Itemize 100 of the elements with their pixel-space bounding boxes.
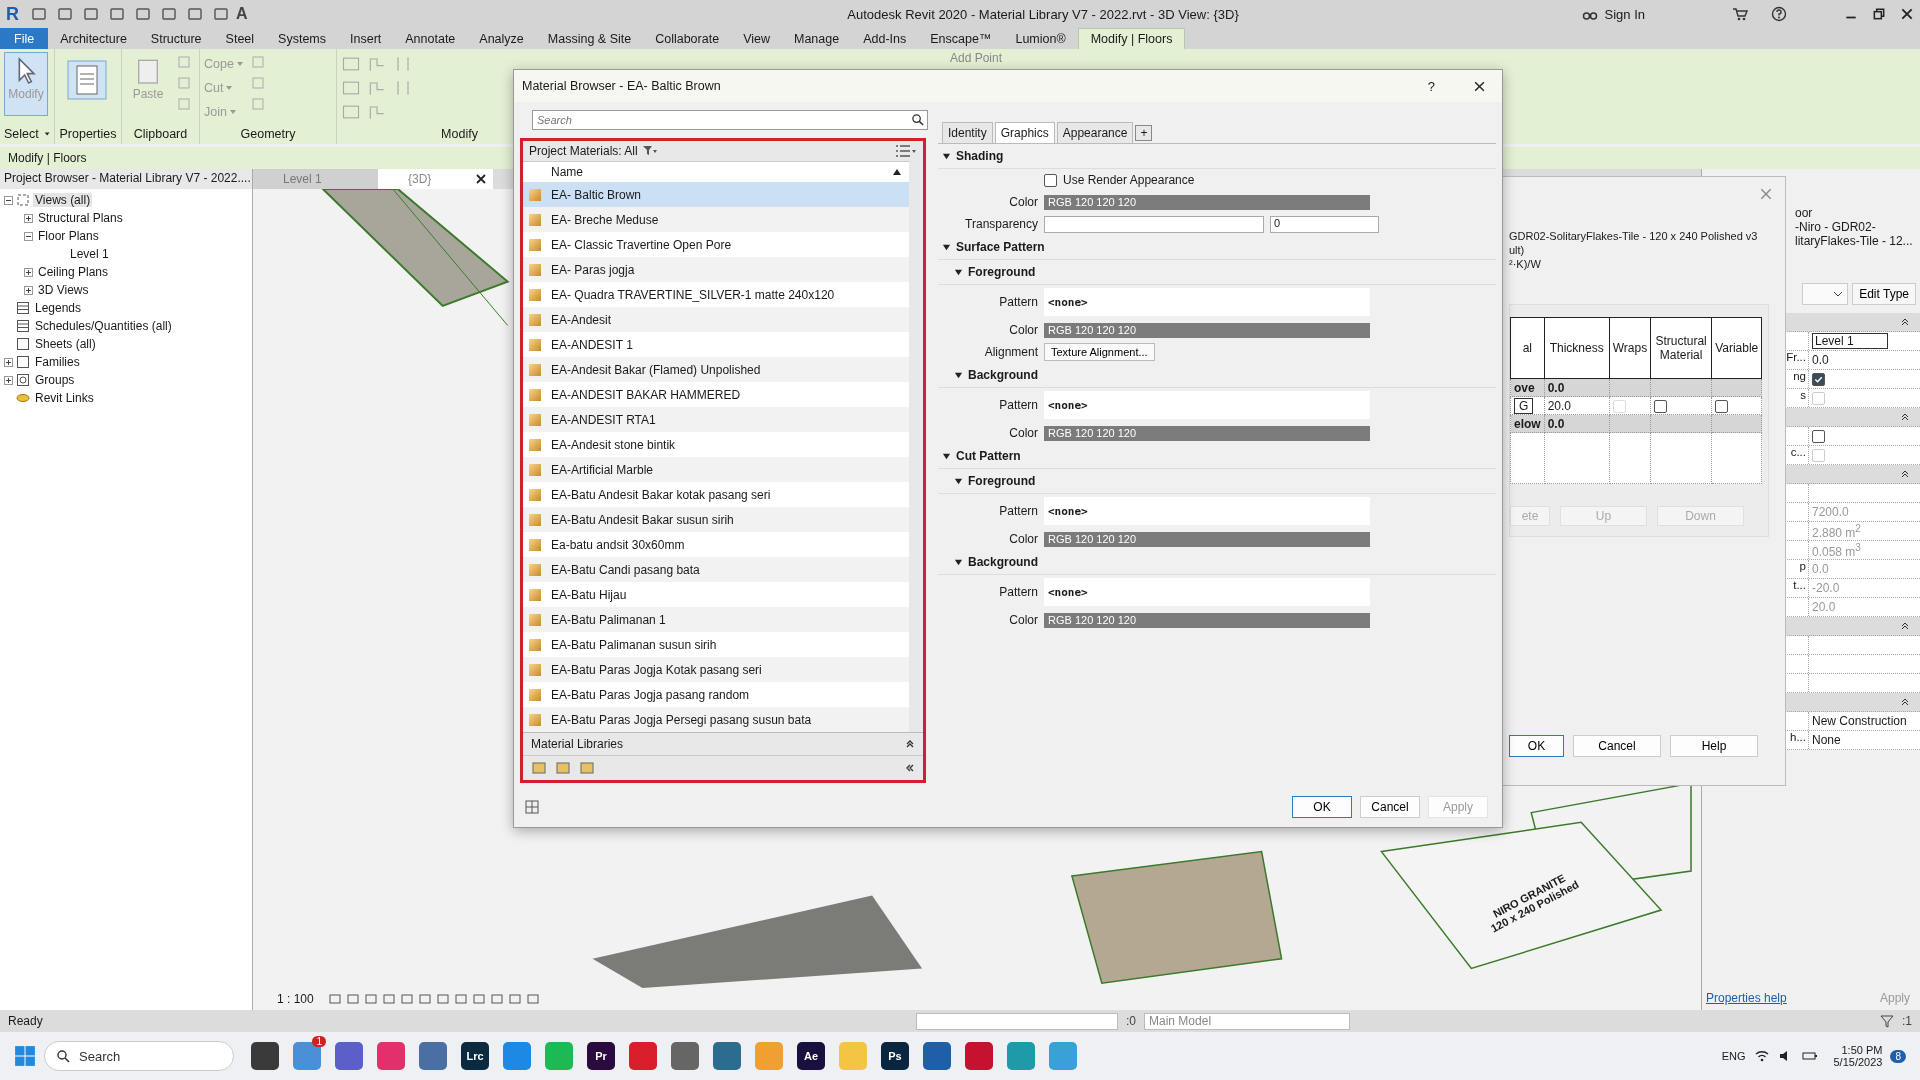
- taskbar-app-icon[interactable]: [377, 1042, 405, 1070]
- tree-item[interactable]: 3D Views: [36, 283, 91, 297]
- ribbon-tab[interactable]: Modify | Floors: [1077, 28, 1186, 49]
- cart-icon[interactable]: [1732, 6, 1748, 22]
- material-item[interactable]: EA-Batu Palimanan 1: [523, 607, 909, 632]
- ribbon-tab[interactable]: Structure: [138, 28, 214, 49]
- material-item[interactable]: EA-ANDESIT BAKAR HAMMERED: [523, 382, 909, 407]
- color-field[interactable]: RGB 120 120 120: [1044, 531, 1370, 547]
- material-item[interactable]: EA-Andesit: [523, 307, 909, 332]
- material-item[interactable]: EA-Batu Candi pasang bata: [523, 557, 909, 582]
- editor-tab[interactable]: Identity: [942, 122, 993, 143]
- collapse-icon[interactable]: [1900, 317, 1910, 327]
- section-toggle-icon[interactable]: [954, 476, 963, 486]
- expand-toggle-icon[interactable]: [24, 231, 33, 241]
- language-indicator[interactable]: ENG: [1721, 1050, 1746, 1062]
- number-field[interactable]: 0: [1270, 215, 1379, 233]
- taskbar-app-icon[interactable]: [923, 1042, 951, 1070]
- material-item[interactable]: EA-ANDESIT RTA1: [523, 407, 909, 432]
- expand-toggle-icon[interactable]: [24, 267, 33, 277]
- view-control-icon[interactable]: [489, 992, 504, 1006]
- editor-tab[interactable]: Graphics: [994, 122, 1055, 143]
- editor-tab[interactable]: Appearance: [1056, 122, 1134, 143]
- view-control-icon[interactable]: [381, 992, 396, 1006]
- restore-icon[interactable]: [1872, 7, 1886, 21]
- taskbar-app-icon[interactable]: [419, 1042, 447, 1070]
- color-field[interactable]: RGB 120 120 120: [1044, 322, 1370, 338]
- checkbox[interactable]: [1654, 399, 1668, 413]
- type-selector[interactable]: oor -Niro - GDR02- litaryFlakes-Tile - 12...: [1795, 177, 1920, 277]
- properties-tool-icon[interactable]: [67, 60, 107, 100]
- color-field[interactable]: RGB 120 120 120: [1044, 425, 1370, 441]
- tree-item[interactable]: Schedules/Quantities (all): [33, 319, 174, 333]
- toolbar-icon[interactable]: [161, 6, 177, 22]
- section-title[interactable]: Cut Pattern: [956, 449, 1021, 463]
- view-control-icon[interactable]: [507, 992, 522, 1006]
- tree-item[interactable]: Sheets (all): [33, 337, 98, 351]
- taskbar-app-icon[interactable]: Ps: [881, 1042, 909, 1070]
- ribbon-tab[interactable]: Collaborate: [643, 28, 732, 49]
- material-item[interactable]: EA-Andesit Bakar (Flamed) Unpolished: [523, 357, 909, 382]
- view-control-icon[interactable]: [471, 992, 486, 1006]
- material-item[interactable]: EA-Batu Andesit Bakar kotak pasang seri: [523, 482, 909, 507]
- color-field[interactable]: RGB 120 120 120: [1044, 194, 1370, 210]
- close-icon[interactable]: [475, 173, 487, 185]
- ribbon-tab[interactable]: View: [731, 28, 782, 49]
- tree-item[interactable]: Revit Links: [33, 391, 96, 405]
- search-field[interactable]: Search: [532, 110, 928, 130]
- search-icon[interactable]: [911, 113, 924, 126]
- checkbox[interactable]: [1715, 399, 1729, 413]
- library-tool-icon[interactable]: [531, 760, 547, 776]
- material-item[interactable]: EA- Breche Meduse: [523, 207, 909, 232]
- checkbox[interactable]: [1812, 372, 1825, 386]
- app-logo[interactable]: R: [6, 3, 24, 25]
- material-item[interactable]: EA-ANDESIT 1: [523, 332, 909, 357]
- section-toggle-icon[interactable]: [954, 370, 963, 380]
- material-item[interactable]: EA- Paras jogja: [523, 257, 909, 282]
- toolbar-icon[interactable]: [213, 6, 229, 22]
- taskbar-app-icon[interactable]: Ae: [797, 1042, 825, 1070]
- material-item[interactable]: EA- Baltic Brown: [523, 182, 909, 207]
- ribbon-tab[interactable]: Lumion®: [1003, 28, 1078, 49]
- edit-type-button[interactable]: Edit Type: [1852, 283, 1916, 305]
- toolbar-icon[interactable]: [109, 6, 125, 22]
- library-tool-icon[interactable]: [579, 760, 595, 776]
- collapse-icon[interactable]: [905, 739, 915, 749]
- property-value[interactable]: None: [1812, 733, 1841, 747]
- material-item[interactable]: EA- Classic Travertine Open Pore: [523, 232, 909, 257]
- section-toggle-icon[interactable]: [942, 451, 951, 461]
- expand-toggle-icon[interactable]: [4, 375, 13, 385]
- view-control-icon[interactable]: [525, 992, 540, 1006]
- material-item[interactable]: EA-Batu Hijau: [523, 582, 909, 607]
- wifi-icon[interactable]: [1753, 1048, 1770, 1064]
- ribbon-tab[interactable]: File: [0, 28, 49, 49]
- section-title[interactable]: Surface Pattern: [956, 240, 1045, 254]
- collapse-icon[interactable]: [1900, 469, 1910, 479]
- taskbar-app-icon[interactable]: [965, 1042, 993, 1070]
- view-control-icon[interactable]: [363, 992, 378, 1006]
- clock-time[interactable]: 1:50 PM: [1841, 1044, 1883, 1056]
- color-field[interactable]: RGB 120 120 120: [1044, 612, 1370, 628]
- taskbar-app-icon[interactable]: Lrc: [461, 1042, 489, 1070]
- dialog-button[interactable]: Cancel: [1360, 796, 1420, 818]
- collapse-icon[interactable]: [1900, 621, 1910, 631]
- filter-icon[interactable]: [642, 146, 657, 156]
- tree-item[interactable]: Level 1: [68, 247, 111, 261]
- tree-item[interactable]: Views (all): [33, 193, 93, 207]
- ribbon-tab[interactable]: Enscape™: [918, 28, 1004, 49]
- expand-toggle-icon[interactable]: [24, 213, 33, 223]
- caret-icon[interactable]: [43, 130, 50, 138]
- view-control-icon[interactable]: [345, 992, 360, 1006]
- taskbar-app-icon[interactable]: [713, 1042, 741, 1070]
- toolbar-icon[interactable]: [135, 6, 151, 22]
- material-item[interactable]: EA-Batu Paras Jogja Persegi pasang susun bata: [523, 707, 909, 732]
- pattern-field[interactable]: <none>: [1044, 288, 1370, 316]
- ribbon-tab[interactable]: Add-Ins: [851, 28, 919, 49]
- tree-item[interactable]: Groups: [33, 373, 77, 387]
- material-editor-icon[interactable]: [524, 799, 540, 815]
- help-icon[interactable]: [1771, 6, 1787, 22]
- view-control-icon[interactable]: [327, 992, 342, 1006]
- view-scale[interactable]: 1 : 100: [277, 992, 314, 1006]
- view-control-icon[interactable]: [417, 992, 432, 1006]
- view-control-icon[interactable]: [399, 992, 414, 1006]
- toolbar-icon[interactable]: [187, 6, 203, 22]
- library-filter[interactable]: Project Materials: All: [529, 144, 638, 158]
